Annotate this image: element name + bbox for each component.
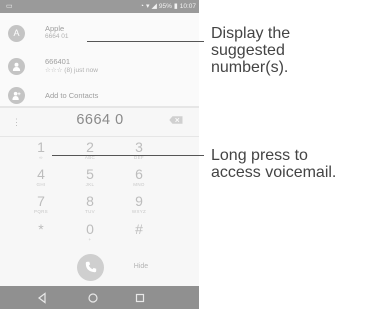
avatar: A xyxy=(8,25,25,42)
key-8[interactable]: 8 TUV xyxy=(70,194,110,215)
key-1[interactable]: 1 ∞ xyxy=(21,140,61,161)
key-digit: 9 xyxy=(135,193,143,209)
key-digit: 1 xyxy=(37,139,45,155)
callout-text: number(s). xyxy=(211,59,289,76)
key-letters: JKL xyxy=(85,182,95,187)
key-9[interactable]: 9 WXYZ xyxy=(119,194,159,215)
phone-icon xyxy=(85,261,96,273)
callout-text: suggested xyxy=(211,42,285,59)
key-letters: WXYZ xyxy=(131,209,147,214)
notification-icon: ▭ xyxy=(6,3,13,10)
key-digit: 7 xyxy=(37,193,45,209)
key-digit: 6 xyxy=(135,166,143,182)
key-digit: 2 xyxy=(86,139,94,155)
hide-button[interactable]: Hide xyxy=(128,263,154,270)
key-0[interactable]: 0 + xyxy=(70,222,110,243)
suggestion-name: Apple xyxy=(45,24,65,33)
number-divider xyxy=(0,136,199,137)
navigation-bar xyxy=(0,286,199,309)
key-letters: + xyxy=(88,237,92,242)
suggestion-name: 666401 xyxy=(45,57,71,66)
battery-icon: ▮ xyxy=(173,3,178,10)
key-hash[interactable]: # xyxy=(119,222,159,237)
callout-text: Display the xyxy=(211,25,291,42)
callout-line-voicemail xyxy=(52,155,204,156)
status-time: 10:07 xyxy=(179,3,196,10)
add-to-contacts-label: Add to Contacts xyxy=(45,91,99,100)
key-digit: 5 xyxy=(86,166,94,182)
callout-text: access voicemail. xyxy=(211,164,337,181)
key-4[interactable]: 4 GHI xyxy=(21,167,61,188)
key-digit: 8 xyxy=(86,193,94,209)
person-icon xyxy=(8,58,25,75)
call-button[interactable] xyxy=(77,254,104,281)
key-digit: 4 xyxy=(37,166,45,182)
backspace-icon[interactable] xyxy=(169,116,183,124)
signal-icon: ◢ xyxy=(151,3,157,10)
status-bar: ▭ ◔ ▾ ◢ 95% ▮ 10:07 xyxy=(0,0,199,13)
key-letters: MNO xyxy=(133,182,145,187)
recent-apps-icon[interactable] xyxy=(133,291,147,305)
key-6[interactable]: 6 MNO xyxy=(119,167,159,188)
key-digit: 3 xyxy=(135,139,143,155)
suggestion-detail: ☆☆☆ (8) just now xyxy=(45,67,98,74)
key-5[interactable]: 5 JKL xyxy=(70,167,110,188)
wifi-icon: ▾ xyxy=(145,3,150,10)
home-icon[interactable] xyxy=(86,291,100,305)
callout-line-suggested xyxy=(87,41,204,42)
key-letters: PQRS xyxy=(34,209,48,214)
callout-text: Long press to xyxy=(211,147,308,164)
key-2[interactable]: 2 ABC xyxy=(70,140,110,161)
back-icon[interactable] xyxy=(35,291,49,305)
suggestion-recent-call[interactable]: 666401 ☆☆☆ (8) just now xyxy=(0,51,199,81)
key-letters: TUV xyxy=(85,209,95,214)
battery-text: 95% xyxy=(158,3,172,10)
callout-suggested-numbers: Display the suggested number(s). xyxy=(211,25,290,76)
key-3[interactable]: 3 DEF xyxy=(119,140,159,161)
key-digit: # xyxy=(135,221,143,237)
key-letters: GHI xyxy=(36,182,46,187)
dialed-number[interactable]: 6664 0 xyxy=(40,112,160,128)
key-digit: * xyxy=(38,221,44,237)
person-add-icon xyxy=(8,87,25,104)
key-7[interactable]: 7 PQRS xyxy=(21,194,61,215)
sync-icon: ◔ xyxy=(139,3,144,10)
add-to-contacts-item[interactable]: Add to Contacts xyxy=(0,84,199,108)
dialpad: ⋮ 6664 0 1 ∞ 2 ABC 3 DEF 4 GHI 5 JKL 6 MNO 7 PQ… xyxy=(0,108,199,286)
suggestion-number: 6664 01 xyxy=(45,33,69,40)
suggestion-apple[interactable]: A Apple 6664 01 xyxy=(0,18,199,48)
callout-voicemail: Long press to access voicemail. xyxy=(211,147,336,181)
more-options-icon[interactable]: ⋮ xyxy=(12,117,21,128)
key-star[interactable]: * xyxy=(21,222,61,237)
key-digit: 0 xyxy=(86,221,94,237)
